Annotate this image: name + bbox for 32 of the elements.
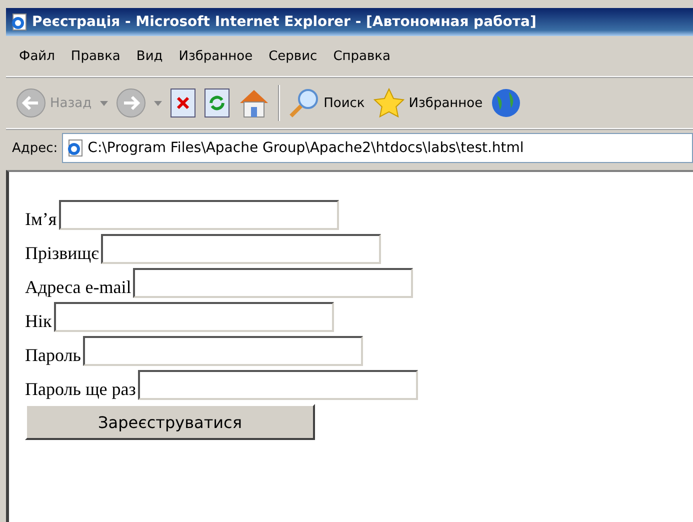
star-icon [372, 88, 405, 118]
stop-icon[interactable] [170, 88, 196, 118]
menu-item[interactable]: Избранное [172, 46, 260, 66]
refresh-icon[interactable] [204, 88, 230, 118]
menu-item[interactable]: Файл [12, 46, 62, 66]
browser-icon [10, 13, 28, 31]
window-title: Реєстрація - Microsoft Internet Explorer - [Автономная работа] [32, 14, 536, 30]
menu-item[interactable]: Справка [326, 46, 398, 66]
menu-item[interactable]: Вид [129, 46, 170, 66]
input-field[interactable] [58, 200, 339, 230]
field-label: Нік [25, 310, 52, 332]
favorites-button[interactable]: Избранное [372, 88, 483, 118]
browser-icon [66, 139, 84, 157]
menu-item[interactable]: Сервис [262, 46, 324, 66]
field-label: Пароль ще раз [25, 378, 136, 400]
globe-icon[interactable] [490, 88, 521, 118]
input-field[interactable] [54, 302, 334, 332]
register-button[interactable]: Зареєструватися [25, 404, 315, 440]
field-label: Прізвищє [25, 242, 99, 264]
search-button[interactable]: Поиск [288, 88, 365, 118]
input-field[interactable] [100, 234, 381, 264]
menu-item[interactable]: Правка [64, 46, 128, 66]
field-label: Ім’я [25, 208, 57, 230]
home-icon[interactable] [238, 88, 270, 118]
input-field[interactable] [133, 268, 414, 298]
search-icon [288, 88, 320, 118]
input-field[interactable] [138, 370, 418, 400]
address-field[interactable]: C:\Program Files\Apache Group\Apache2\htdocs\labs\test.html [62, 133, 693, 163]
field-label: Пароль [25, 344, 81, 366]
field-label: Адреса e-mail [25, 276, 132, 298]
input-field[interactable] [82, 336, 363, 366]
address-label: Адрес: [12, 140, 58, 156]
